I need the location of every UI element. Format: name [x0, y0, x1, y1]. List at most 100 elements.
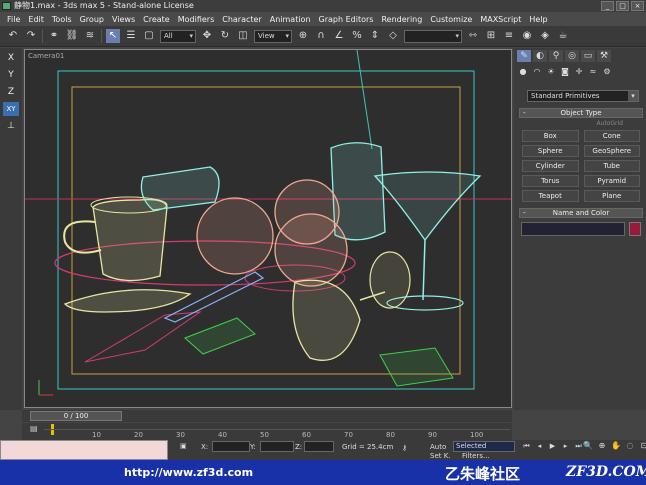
named-selection-icon[interactable]: ◇: [386, 29, 400, 43]
select-and-scale-icon[interactable]: ◫: [236, 29, 250, 43]
material-editor-icon[interactable]: ◉: [520, 29, 534, 43]
geometry-icon[interactable]: ●: [517, 66, 529, 78]
unlink-icon[interactable]: ⛓: [65, 29, 79, 43]
play-icon[interactable]: ▶: [547, 441, 558, 451]
maximize-button[interactable]: □: [616, 1, 629, 11]
object-type-rollout-header[interactable]: Object Type: [519, 108, 643, 118]
sphere-button[interactable]: Sphere: [522, 145, 579, 157]
auto-key-button[interactable]: Auto: [430, 443, 446, 451]
reference-coordinate-dropdown[interactable]: View: [254, 29, 292, 43]
select-and-move-icon[interactable]: ✥: [200, 29, 214, 43]
motion-tab-icon[interactable]: ◎: [565, 50, 579, 62]
menu-rendering[interactable]: Rendering: [377, 15, 426, 24]
pan-icon[interactable]: ✋: [610, 441, 622, 451]
pyramid-button[interactable]: Pyramid: [583, 175, 640, 187]
percent-snap-icon[interactable]: %: [350, 29, 364, 43]
autogrid-checkbox[interactable]: AutoGrid: [519, 118, 643, 130]
key-filters-button[interactable]: Filters...: [462, 452, 490, 460]
z-coord-field[interactable]: [304, 441, 334, 452]
menu-file[interactable]: File: [3, 15, 24, 24]
close-button[interactable]: ×: [631, 1, 644, 11]
menu-modifiers[interactable]: Modifiers: [174, 15, 219, 24]
time-slider-thumb[interactable]: 0 / 100: [30, 411, 122, 421]
undo-icon[interactable]: ↶: [6, 29, 20, 43]
track-view-icon[interactable]: ≡: [502, 29, 516, 43]
go-to-start-icon[interactable]: ⏮: [521, 441, 532, 451]
box-button[interactable]: Box: [522, 130, 579, 142]
angle-snap-icon[interactable]: ∠: [332, 29, 346, 43]
helpers-icon[interactable]: ✛: [573, 66, 585, 78]
orbit-icon[interactable]: ◌: [624, 441, 636, 451]
axis-z-button[interactable]: Z: [3, 85, 19, 99]
cone-button[interactable]: Cone: [583, 130, 640, 142]
previous-frame-icon[interactable]: ◂: [534, 441, 545, 451]
select-object-icon[interactable]: ↖: [106, 29, 120, 43]
selection-region-icon[interactable]: ▢: [142, 29, 156, 43]
y-coord-field[interactable]: [260, 441, 294, 452]
redo-icon[interactable]: ↷: [24, 29, 38, 43]
quick-render-icon[interactable]: ☕: [556, 29, 570, 43]
spinner-snap-icon[interactable]: ⇕: [368, 29, 382, 43]
plane-button[interactable]: Plane: [583, 190, 640, 202]
tube-button[interactable]: Tube: [583, 160, 640, 172]
menu-tools[interactable]: Tools: [48, 15, 76, 24]
cameras-icon[interactable]: ◙: [559, 66, 571, 78]
menu-animation[interactable]: Animation: [266, 15, 315, 24]
named-selection-sets-dropdown[interactable]: [404, 29, 462, 43]
axis-x-button[interactable]: X: [3, 51, 19, 65]
minimize-button[interactable]: _: [601, 1, 614, 11]
maxscript-mini-listener[interactable]: [0, 440, 168, 460]
object-name-field[interactable]: [521, 222, 625, 236]
set-key-button[interactable]: Set K.: [430, 452, 451, 460]
select-by-name-icon[interactable]: ☰: [124, 29, 138, 43]
time-slider[interactable]: 0 / 100: [22, 410, 512, 422]
shapes-icon[interactable]: ◠: [531, 66, 543, 78]
torus-button[interactable]: Torus: [522, 175, 579, 187]
menu-views[interactable]: Views: [108, 15, 139, 24]
object-color-swatch[interactable]: [629, 222, 641, 236]
select-link-icon[interactable]: ⚭: [47, 29, 61, 43]
select-and-rotate-icon[interactable]: ↻: [218, 29, 232, 43]
axis-xy-button[interactable]: XY: [3, 102, 19, 116]
menu-graph-editors[interactable]: Graph Editors: [315, 15, 378, 24]
key-filter-selected-dropdown[interactable]: Selected: [453, 441, 515, 452]
next-frame-icon[interactable]: ▸: [560, 441, 571, 451]
camera-viewport[interactable]: Camera01: [24, 49, 512, 408]
primitive-category-dropdown[interactable]: Standard Primitives: [527, 90, 639, 102]
key-filter-icon[interactable]: ▤: [30, 424, 39, 434]
render-scene-icon[interactable]: ◈: [538, 29, 552, 43]
axis-y-button[interactable]: Y: [3, 68, 19, 82]
space-warps-icon[interactable]: ≈: [587, 66, 599, 78]
axis-options-icon[interactable]: ⊥: [3, 119, 19, 133]
menu-customize[interactable]: Customize: [426, 15, 476, 24]
create-tab-icon[interactable]: ✎: [517, 50, 531, 62]
key-icon[interactable]: ⚷: [402, 444, 407, 452]
menu-maxscript[interactable]: MAXScript: [476, 15, 525, 24]
viewport-label[interactable]: Camera01: [28, 52, 64, 60]
selection-filter-dropdown[interactable]: All: [160, 29, 196, 43]
zoom-all-icon[interactable]: ⊕: [596, 441, 608, 451]
x-coord-field[interactable]: [212, 441, 250, 452]
teapot-button[interactable]: Teapot: [522, 190, 579, 202]
modify-tab-icon[interactable]: ◐: [533, 50, 547, 62]
align-icon[interactable]: ⊞: [484, 29, 498, 43]
display-tab-icon[interactable]: ▭: [581, 50, 595, 62]
zoom-icon[interactable]: 🔍: [582, 441, 594, 451]
cylinder-button[interactable]: Cylinder: [522, 160, 579, 172]
systems-icon[interactable]: ⚙: [601, 66, 613, 78]
menu-edit[interactable]: Edit: [24, 15, 48, 24]
geosphere-button[interactable]: GeoSphere: [583, 145, 640, 157]
maximize-viewport-icon[interactable]: ⊡: [638, 441, 646, 451]
pivot-center-icon[interactable]: ⊕: [296, 29, 310, 43]
menu-create[interactable]: Create: [139, 15, 174, 24]
bind-space-warp-icon[interactable]: ≋: [83, 29, 97, 43]
hierarchy-tab-icon[interactable]: ⚲: [549, 50, 563, 62]
name-color-rollout-header[interactable]: Name and Color: [519, 208, 643, 218]
utilities-tab-icon[interactable]: ⚒: [597, 50, 611, 62]
track-bar[interactable]: ▤ 10 20 30 40 50 60 70 80 90 100: [22, 423, 512, 440]
menu-group[interactable]: Group: [76, 15, 108, 24]
lock-selection-icon[interactable]: ▣: [180, 442, 187, 450]
menu-character[interactable]: Character: [218, 15, 266, 24]
menu-help[interactable]: Help: [525, 15, 551, 24]
lights-icon[interactable]: ☀: [545, 66, 557, 78]
